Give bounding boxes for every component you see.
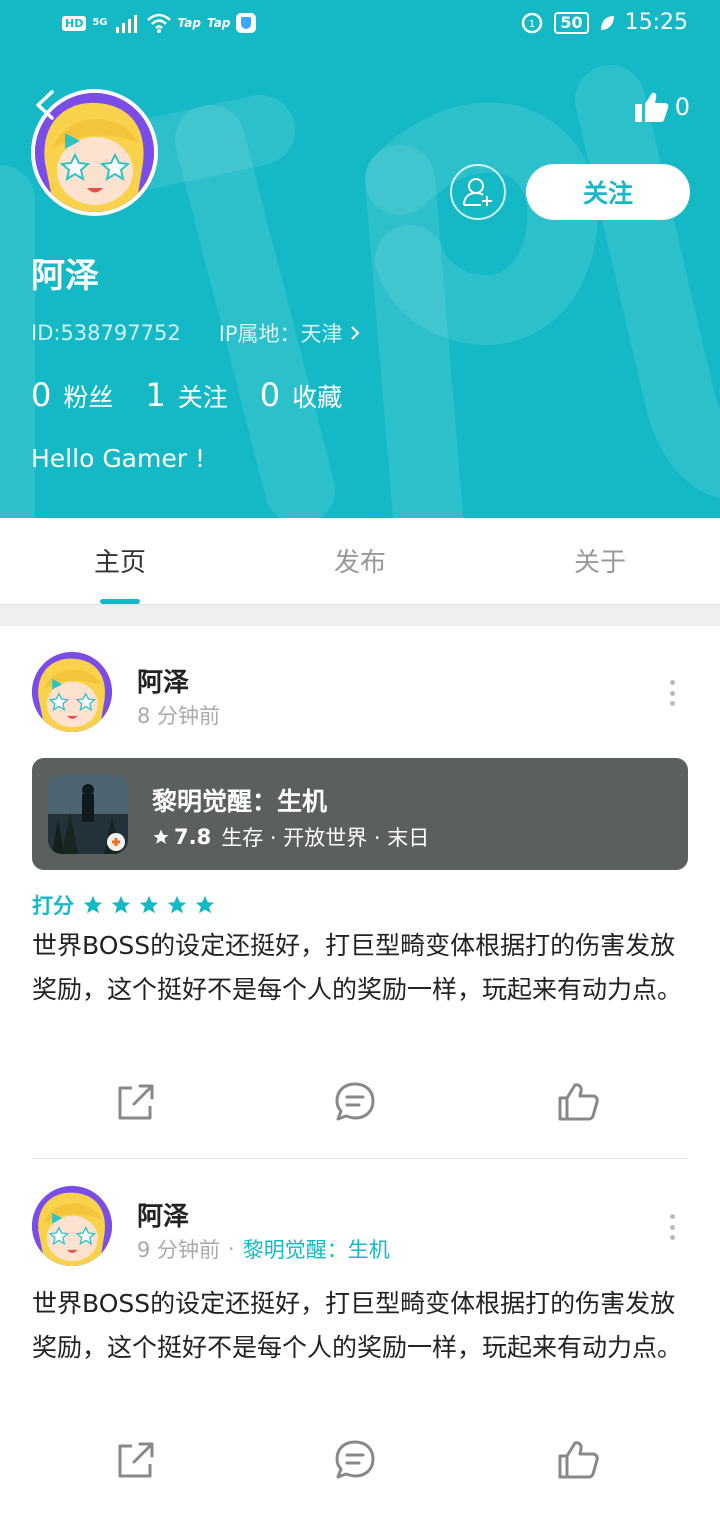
tab-home[interactable]: 主页 bbox=[0, 518, 240, 604]
like-icon[interactable] bbox=[556, 1080, 600, 1124]
profile-name: 阿泽 bbox=[31, 256, 99, 296]
signal-icon bbox=[115, 15, 137, 33]
post-card: 阿泽 8 分钟前 黎明觉醒：生机 7.8 生存 · 开放世界 · 末日 打分 世… bbox=[0, 626, 720, 1159]
share-icon[interactable] bbox=[114, 1080, 158, 1124]
profile-stats: 0 粉丝 1 关注 0 收藏 bbox=[31, 376, 342, 414]
follow-button[interactable]: 关注 bbox=[526, 164, 690, 220]
star-icon bbox=[167, 895, 187, 914]
chevron-right-icon bbox=[350, 326, 359, 340]
like-icon[interactable] bbox=[556, 1438, 600, 1482]
add-friend-button[interactable] bbox=[450, 164, 506, 220]
more-options-icon[interactable] bbox=[660, 676, 684, 710]
profile-bio: Hello Gamer ! bbox=[31, 444, 205, 473]
star-icon bbox=[195, 895, 215, 914]
add-user-icon bbox=[463, 178, 492, 206]
post-separator bbox=[32, 1158, 688, 1159]
more-options-icon[interactable] bbox=[660, 1210, 684, 1244]
taptap-notif: Tap bbox=[177, 16, 201, 30]
avatar-illustration bbox=[32, 652, 112, 732]
stat-fans[interactable]: 0 粉丝 bbox=[31, 376, 113, 414]
game-card[interactable]: 黎明觉醒：生机 7.8 生存 · 开放世界 · 末日 bbox=[32, 758, 688, 870]
post-card: 阿泽 9 分钟前 · 黎明觉醒：生机 世界BOSS的设定还挺好，打巨型畸变体根据… bbox=[0, 1160, 720, 1520]
star-icon bbox=[139, 895, 159, 914]
post-author[interactable]: 阿泽 bbox=[137, 1196, 189, 1233]
shield-icon bbox=[236, 13, 257, 33]
profile-likes[interactable]: 0 bbox=[633, 90, 690, 124]
leaf-icon bbox=[600, 15, 614, 30]
id-line: ID:538797752 IP属地：天津 bbox=[31, 318, 361, 348]
game-score: 7.8 bbox=[174, 825, 212, 849]
rating-stars bbox=[82, 894, 216, 916]
avatar-illustration bbox=[32, 1186, 112, 1266]
post-body[interactable]: 世界BOSS的设定还挺好，打巨型畸变体根据打的伤害发放奖励，这个挺好不是每个人的… bbox=[32, 1282, 688, 1370]
stat-number: 0 bbox=[259, 376, 281, 414]
post-time: 9 分钟前 bbox=[137, 1238, 221, 1262]
stat-label: 粉丝 bbox=[63, 383, 114, 412]
clock: 15:25 bbox=[624, 10, 688, 35]
avatar[interactable] bbox=[32, 1186, 112, 1266]
user-rating: 打分 bbox=[32, 890, 216, 920]
svg-text:1: 1 bbox=[529, 19, 535, 30]
stat-favorites[interactable]: 0 收藏 bbox=[260, 376, 342, 414]
post-actions bbox=[0, 1080, 720, 1130]
profile-tabs: 主页 发布 关于 bbox=[0, 518, 720, 604]
data-saver-icon: 1 bbox=[522, 12, 543, 33]
post-body[interactable]: 世界BOSS的设定还挺好，打巨型畸变体根据打的伤害发放奖励，这个挺好不是每个人的… bbox=[32, 924, 688, 1012]
star-icon bbox=[83, 895, 103, 914]
stat-number: 1 bbox=[145, 376, 166, 414]
game-title: 黎明觉醒：生机 bbox=[152, 787, 328, 816]
profile-header: HD 5G Tap Tap 1 50 15:25 0 关注 阿泽 ID:5387… bbox=[0, 0, 720, 518]
post-meta: 9 分钟前 · 黎明觉醒：生机 bbox=[137, 1234, 390, 1264]
game-icon bbox=[48, 774, 128, 854]
game-tags: 生存 · 开放世界 · 末日 bbox=[221, 826, 430, 850]
stat-label: 关注 bbox=[177, 383, 228, 412]
back-arrow-icon[interactable] bbox=[30, 88, 64, 122]
thumbs-up-icon bbox=[634, 92, 669, 122]
post-meta: 8 分钟前 bbox=[137, 700, 220, 730]
taptap-notif: Tap bbox=[206, 16, 231, 30]
hd-indicator: HD bbox=[62, 15, 87, 31]
section-divider bbox=[0, 604, 720, 626]
comment-icon[interactable] bbox=[333, 1438, 377, 1482]
post-author[interactable]: 阿泽 bbox=[137, 662, 189, 699]
battery-indicator: 50 bbox=[554, 11, 589, 34]
ip-location-link[interactable]: IP属地：天津 bbox=[219, 318, 361, 348]
rating-label: 打分 bbox=[32, 894, 74, 918]
tab-about[interactable]: 关于 bbox=[480, 518, 720, 604]
like-count: 0 bbox=[674, 93, 690, 121]
wifi-icon bbox=[146, 13, 171, 33]
star-icon bbox=[111, 895, 131, 914]
stat-label: 收藏 bbox=[292, 383, 343, 412]
comment-icon[interactable] bbox=[333, 1080, 377, 1124]
share-icon[interactable] bbox=[114, 1438, 158, 1482]
network-type: 5G bbox=[92, 17, 108, 28]
tab-posts[interactable]: 发布 bbox=[240, 518, 480, 604]
game-info: 7.8 生存 · 开放世界 · 末日 bbox=[152, 822, 429, 852]
ip-location: IP属地：天津 bbox=[218, 322, 343, 346]
star-icon bbox=[153, 829, 169, 844]
avatar[interactable] bbox=[32, 652, 112, 732]
post-time: 8 分钟前 bbox=[137, 704, 221, 728]
user-id: ID:538797752 bbox=[31, 321, 181, 345]
post-actions bbox=[0, 1438, 720, 1488]
status-bar: HD 5G Tap Tap 1 50 15:25 bbox=[0, 0, 720, 50]
stat-following[interactable]: 1 关注 bbox=[145, 376, 227, 414]
stat-number: 0 bbox=[31, 376, 52, 414]
game-cover-art bbox=[48, 774, 128, 854]
game-rating: 7.8 bbox=[152, 825, 211, 849]
meta-dot: · bbox=[228, 1237, 235, 1261]
game-link[interactable]: 黎明觉醒：生机 bbox=[243, 1234, 390, 1264]
